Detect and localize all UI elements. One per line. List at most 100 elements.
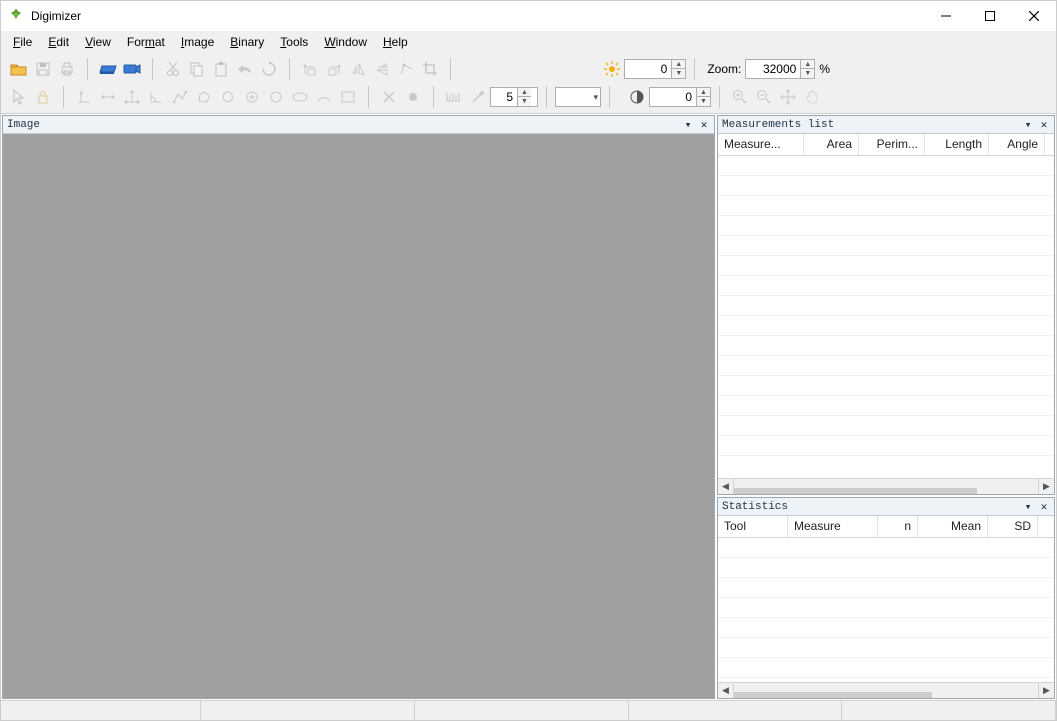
zoom-spinner[interactable]: ▲▼ (745, 59, 815, 79)
scanner-button[interactable] (96, 57, 120, 81)
menu-view[interactable]: View (77, 33, 119, 51)
save-button[interactable] (31, 57, 55, 81)
rectangle-tool[interactable] (336, 85, 360, 109)
line-width-input[interactable] (491, 88, 517, 106)
ruler-tool[interactable] (442, 85, 466, 109)
toolbar-row-2: ▲▼ ▾ ▲▼ (3, 83, 1054, 111)
print-button[interactable] (55, 57, 79, 81)
brightness-down[interactable]: ▼ (671, 69, 685, 78)
brightness-spinner[interactable]: ▲▼ (624, 59, 686, 79)
image-canvas[interactable] (3, 134, 714, 698)
menu-help[interactable]: Help (375, 33, 416, 51)
menu-edit[interactable]: Edit (40, 33, 77, 51)
measurements-col-area[interactable]: Area (804, 134, 859, 155)
cut-button[interactable] (161, 57, 185, 81)
image-panel-menu-icon[interactable]: ▾ (680, 118, 696, 132)
pan-button[interactable] (800, 85, 824, 109)
pointer-tool[interactable] (7, 85, 31, 109)
statistics-col-tool[interactable]: Tool (718, 516, 788, 537)
scroll-left-icon[interactable]: ◀ (718, 479, 734, 495)
flip-horizontal-button[interactable] (346, 57, 370, 81)
table-row (718, 376, 1054, 396)
brightness-up[interactable]: ▲ (671, 60, 685, 69)
marker-tool[interactable] (401, 85, 425, 109)
statistics-col-sd[interactable]: SD (988, 516, 1038, 537)
scroll-thumb[interactable] (734, 488, 977, 495)
arc-tool[interactable] (312, 85, 336, 109)
contrast-input[interactable] (650, 88, 696, 106)
crop-button[interactable] (418, 57, 442, 81)
open-button[interactable] (7, 57, 31, 81)
perpendicular-tool[interactable] (120, 85, 144, 109)
statistics-col-mean[interactable]: Mean (918, 516, 988, 537)
scroll-left-icon[interactable]: ◀ (718, 683, 734, 699)
measurements-col-measure[interactable]: Measure... (718, 134, 804, 155)
statistics-col-measure[interactable]: Measure (788, 516, 878, 537)
undo-button[interactable] (233, 57, 257, 81)
menu-tools[interactable]: Tools (272, 33, 316, 51)
measurements-panel-close-icon[interactable]: ✕ (1036, 118, 1052, 132)
scroll-thumb[interactable] (734, 692, 932, 699)
line-width-down[interactable]: ▼ (517, 97, 531, 106)
line-width-spinner[interactable]: ▲▼ (490, 87, 538, 107)
menu-image[interactable]: Image (173, 33, 222, 51)
contrast-up[interactable]: ▲ (696, 88, 710, 97)
zoom-input[interactable] (746, 60, 800, 78)
statistics-panel-close-icon[interactable]: ✕ (1036, 500, 1052, 514)
statistics-table: Tool Measure n Mean SD ◀ (718, 516, 1054, 698)
ellipse-tool[interactable] (288, 85, 312, 109)
menu-file[interactable]: File (5, 33, 40, 51)
menu-window[interactable]: Window (316, 33, 375, 51)
window-maximize-button[interactable] (968, 1, 1012, 31)
magic-wand-tool[interactable] (466, 85, 490, 109)
copy-button[interactable] (185, 57, 209, 81)
path-tool[interactable] (168, 85, 192, 109)
window-close-button[interactable] (1012, 1, 1056, 31)
delete-tool[interactable] (377, 85, 401, 109)
contrast-spinner[interactable]: ▲▼ (649, 87, 711, 107)
statistics-panel-menu-icon[interactable]: ▾ (1020, 500, 1036, 514)
line-width-up[interactable]: ▲ (517, 88, 531, 97)
table-row (718, 156, 1054, 176)
redo-button[interactable] (257, 57, 281, 81)
statistics-hscroll[interactable]: ◀ ▶ (718, 682, 1054, 698)
measurements-hscroll[interactable]: ◀ ▶ (718, 478, 1054, 494)
image-panel-title: Image (7, 119, 40, 131)
lock-tool[interactable] (31, 85, 55, 109)
zoom-down[interactable]: ▼ (800, 69, 814, 78)
free-rotate-button[interactable] (394, 57, 418, 81)
window-minimize-button[interactable] (924, 1, 968, 31)
rotate-cw-button[interactable] (322, 57, 346, 81)
circle-center-tool[interactable] (240, 85, 264, 109)
measurements-col-length[interactable]: Length (925, 134, 989, 155)
contrast-down[interactable]: ▼ (696, 97, 710, 106)
measurements-panel-menu-icon[interactable]: ▾ (1020, 118, 1036, 132)
polygon-tool[interactable] (192, 85, 216, 109)
camera-button[interactable] (120, 57, 144, 81)
brightness-input[interactable] (625, 60, 671, 78)
flip-vertical-button[interactable] (370, 57, 394, 81)
measurements-col-perim[interactable]: Perim... (859, 134, 925, 155)
color-picker[interactable]: ▾ (555, 87, 601, 107)
scroll-right-icon[interactable]: ▶ (1038, 479, 1054, 495)
circle-tool[interactable] (264, 85, 288, 109)
measurements-table: Measure... Area Perim... Length Angle (718, 134, 1054, 494)
line-tool[interactable] (96, 85, 120, 109)
zoom-out-button[interactable] (752, 85, 776, 109)
image-panel-close-icon[interactable]: ✕ (696, 118, 712, 132)
table-row (718, 598, 1054, 618)
paste-button[interactable] (209, 57, 233, 81)
measurements-col-angle[interactable]: Angle (989, 134, 1045, 155)
point-tool[interactable] (72, 85, 96, 109)
table-row (718, 618, 1054, 638)
closed-spline-tool[interactable] (216, 85, 240, 109)
menu-binary[interactable]: Binary (222, 33, 272, 51)
zoom-in-button[interactable] (728, 85, 752, 109)
scroll-right-icon[interactable]: ▶ (1038, 683, 1054, 699)
statistics-col-n[interactable]: n (878, 516, 918, 537)
menu-format[interactable]: Format (119, 33, 173, 51)
angle-tool[interactable] (144, 85, 168, 109)
rotate-ccw-button[interactable] (298, 57, 322, 81)
zoom-fit-button[interactable] (776, 85, 800, 109)
zoom-up[interactable]: ▲ (800, 60, 814, 69)
